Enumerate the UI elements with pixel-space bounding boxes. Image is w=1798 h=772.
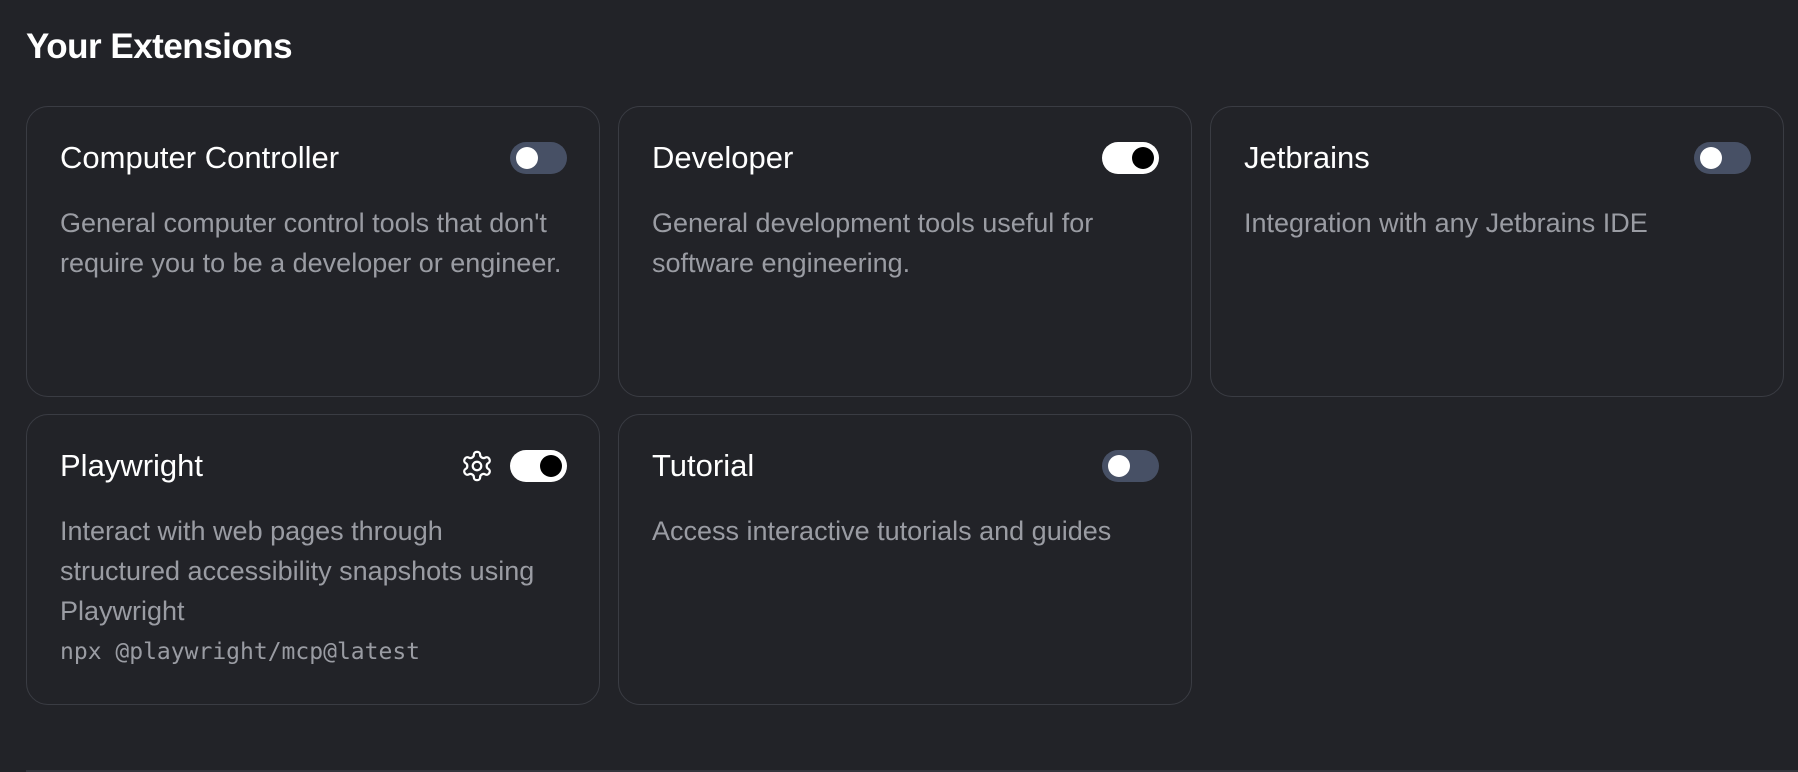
extension-command: npx @playwright/mcp@latest bbox=[60, 639, 421, 665]
extension-card-jetbrains: Jetbrains Integration with any Jetbrains… bbox=[1210, 106, 1784, 397]
toggle-knob bbox=[540, 455, 562, 477]
extension-name: Tutorial bbox=[652, 448, 755, 483]
extension-card-computer-controller: Computer Controller General computer con… bbox=[26, 106, 600, 397]
extensions-page: Your Extensions Computer Controller Gene… bbox=[0, 0, 1798, 772]
extension-name: Computer Controller bbox=[60, 140, 340, 175]
card-header: Developer bbox=[652, 137, 1159, 179]
extension-name: Playwright bbox=[60, 448, 203, 483]
section-title: Your Extensions bbox=[26, 27, 293, 66]
toggle-computer-controller[interactable] bbox=[510, 142, 567, 174]
extension-card-developer: Developer General development tools usef… bbox=[618, 106, 1192, 397]
extension-card-playwright: Playwright Interact with web pages throu… bbox=[26, 414, 600, 705]
extension-card-tutorial: Tutorial Access interactive tutorials an… bbox=[618, 414, 1192, 705]
card-header: Computer Controller bbox=[60, 137, 567, 179]
toggle-tutorial[interactable] bbox=[1102, 450, 1159, 482]
card-header: Playwright bbox=[60, 445, 567, 487]
card-controls bbox=[1102, 142, 1159, 174]
card-controls bbox=[1694, 142, 1751, 174]
extension-description: General computer control tools that don'… bbox=[60, 208, 562, 278]
extension-description: Interact with web pages through structur… bbox=[60, 516, 535, 626]
card-controls bbox=[1102, 450, 1159, 482]
extension-description: General development tools useful for sof… bbox=[652, 208, 1094, 278]
toggle-playwright[interactable] bbox=[510, 450, 567, 482]
extension-description: Integration with any Jetbrains IDE bbox=[1244, 208, 1648, 238]
extension-name: Jetbrains bbox=[1244, 140, 1370, 175]
toggle-jetbrains[interactable] bbox=[1694, 142, 1751, 174]
toggle-developer[interactable] bbox=[1102, 142, 1159, 174]
card-controls bbox=[510, 142, 567, 174]
toggle-knob bbox=[516, 147, 538, 169]
extension-description: Access interactive tutorials and guides bbox=[652, 516, 1112, 546]
gear-icon[interactable] bbox=[460, 449, 494, 483]
toggle-knob bbox=[1132, 147, 1154, 169]
extensions-grid: Computer Controller General computer con… bbox=[26, 106, 1784, 705]
card-header: Jetbrains bbox=[1244, 137, 1751, 179]
card-controls bbox=[460, 449, 567, 483]
toggle-knob bbox=[1700, 147, 1722, 169]
extension-name: Developer bbox=[652, 140, 794, 175]
card-header: Tutorial bbox=[652, 445, 1159, 487]
toggle-knob bbox=[1108, 455, 1130, 477]
